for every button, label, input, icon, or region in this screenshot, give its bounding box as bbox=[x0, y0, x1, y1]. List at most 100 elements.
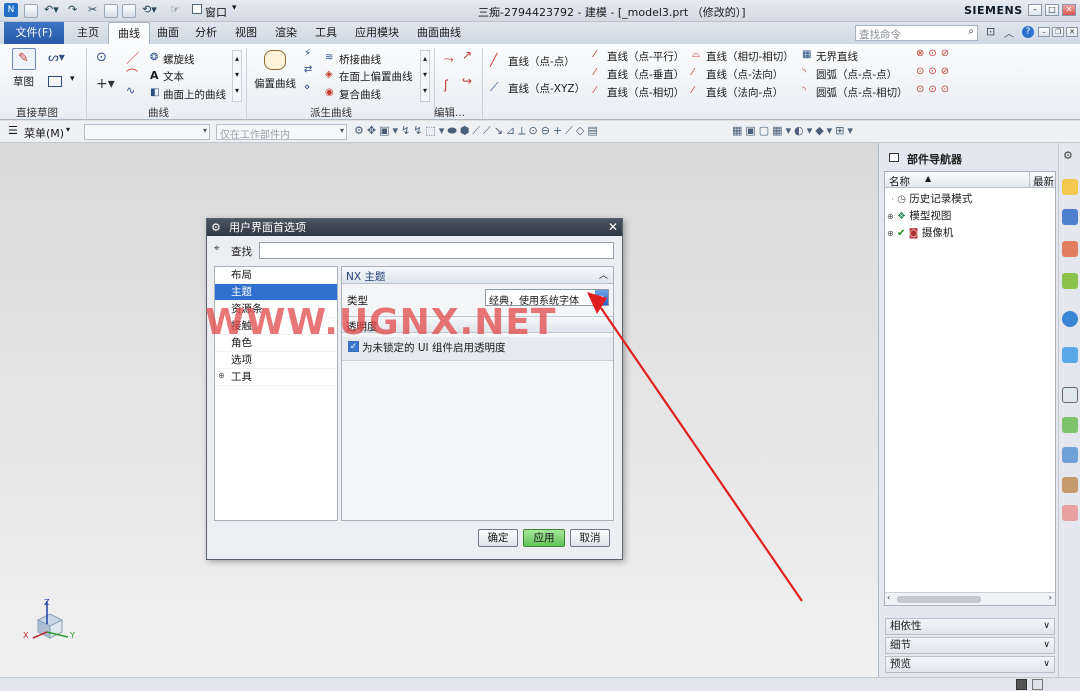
helix-button[interactable]: 螺旋线 bbox=[163, 52, 195, 67]
text-button[interactable]: 文本 bbox=[163, 69, 184, 84]
chevron-down-icon[interactable]: ∨ bbox=[1043, 657, 1050, 672]
constraint-navigator-icon[interactable] bbox=[1062, 241, 1078, 257]
scroll-thumb[interactable] bbox=[897, 596, 981, 603]
curve-gallery-scroll[interactable]: ▴ ▾ ▾ bbox=[232, 50, 242, 102]
curve-length-icon[interactable]: ↗ bbox=[462, 48, 472, 62]
bridge-curve-button[interactable]: 桥接曲线 bbox=[339, 52, 381, 67]
spline-icon[interactable]: ∿ bbox=[126, 84, 135, 97]
circle-tools-row3-icon[interactable]: ⊙⊙⊙ bbox=[916, 84, 953, 95]
palette-icon[interactable] bbox=[1062, 505, 1078, 521]
clock-history-icon[interactable] bbox=[1062, 387, 1078, 403]
trim-curve-icon[interactable]: ⚡ bbox=[304, 48, 311, 59]
redo-icon[interactable]: ↷ bbox=[68, 3, 77, 16]
sketch-button[interactable]: 草图 bbox=[13, 74, 34, 89]
offset-curve-icon[interactable] bbox=[264, 50, 286, 70]
navigator-item-model-views[interactable]: ⊕ ❖ 模型视图 bbox=[887, 208, 1053, 225]
close-button[interactable]: ✕ bbox=[1062, 4, 1076, 16]
line-pt-parallel-button[interactable]: 直线（点-平行） bbox=[607, 49, 684, 64]
tab-tools[interactable]: 工具 bbox=[306, 22, 346, 44]
reuse-library-icon[interactable] bbox=[1062, 273, 1078, 289]
arc-3pt-button[interactable]: 圆弧（点-点-点） bbox=[816, 67, 897, 82]
collapse-ribbon-icon[interactable]: ︿ bbox=[1004, 25, 1014, 40]
line-pt-normal-button[interactable]: 直线（点-法向） bbox=[706, 67, 783, 82]
tree-item-tools[interactable]: 工具 bbox=[215, 369, 337, 386]
touch-mode-icon[interactable]: ☞ bbox=[170, 3, 180, 16]
circle-tools-row2-icon[interactable]: ⊙⊙⊘ bbox=[916, 66, 953, 77]
line-pt-xyz-button[interactable]: 直线（点-XYZ） bbox=[508, 81, 585, 96]
dialog-close-icon[interactable]: ✕ bbox=[608, 219, 618, 236]
fit-window-icon[interactable]: ⊡ bbox=[986, 25, 995, 38]
repeat-command-icon[interactable]: ⟲▾ bbox=[142, 3, 157, 16]
selection-tools-icons[interactable]: ⚙✥▣▾↯↯⬚▾⬬⬢⟋⟋↘⊿⟂⊙⊖+⟋◇▤ bbox=[354, 124, 601, 138]
scroll-left-icon[interactable]: ‹ bbox=[887, 593, 890, 602]
tab-surface[interactable]: 曲面 bbox=[148, 22, 188, 44]
navigator-item-cameras[interactable]: ⊕ ✔ ◙ 摄像机 bbox=[887, 225, 1053, 242]
nx-theme-section-header[interactable]: NX 主题 ︿ bbox=[342, 267, 613, 284]
circle-tools-row1-icon[interactable]: ⊗⊙⊘ bbox=[916, 48, 953, 59]
type-filter-select[interactable]: ▾ bbox=[84, 124, 210, 140]
minimize-button[interactable]: – bbox=[1028, 4, 1042, 16]
tree-item-layout[interactable]: 布局 bbox=[215, 267, 337, 284]
sketch-more-icon[interactable]: ▾ bbox=[70, 74, 75, 84]
offset-curve-button[interactable]: 偏置曲线 bbox=[254, 76, 296, 91]
undo-icon[interactable]: ↶▾ bbox=[44, 3, 59, 16]
type-filter-dropdown-icon[interactable]: ▾ bbox=[203, 126, 207, 135]
dialog-settings-icon[interactable]: ⚙ bbox=[211, 219, 221, 236]
profile-icon[interactable]: ᔕ▾ bbox=[48, 50, 65, 64]
accordion-preview[interactable]: 预览 ∨ bbox=[885, 656, 1055, 673]
tab-curve[interactable]: 曲线 bbox=[108, 22, 150, 44]
scroll-right-icon[interactable]: › bbox=[1049, 593, 1052, 602]
history-palette-icon[interactable] bbox=[1062, 347, 1078, 363]
web-browser-icon[interactable] bbox=[1062, 311, 1078, 327]
tab-render[interactable]: 渲染 bbox=[266, 22, 306, 44]
extend-curve-icon[interactable]: ⇄ bbox=[304, 64, 312, 75]
navigator-tree[interactable]: 名称 ▲ 最新 · ◷ 历史记录模式 ⊕ ❖ 模型视图 ⊕ ✔ ◙ 摄像机 ‹ … bbox=[884, 171, 1056, 606]
tab-view[interactable]: 视图 bbox=[226, 22, 266, 44]
composite-curve-button[interactable]: 复合曲线 bbox=[339, 87, 381, 102]
resource-bar-settings-icon[interactable]: ⚙ bbox=[1063, 149, 1073, 162]
process-studio-icon[interactable] bbox=[1062, 417, 1078, 433]
part-navigator-icon[interactable] bbox=[1062, 179, 1078, 195]
line-pt-perpendicular-button[interactable]: 直线（点-垂直） bbox=[607, 67, 684, 82]
command-search-box[interactable]: 查找命令 ⌕ bbox=[855, 25, 978, 41]
search-icon[interactable]: ⌕ bbox=[968, 26, 974, 37]
trim-icon[interactable]: ⤳ bbox=[444, 52, 454, 67]
circle-icon[interactable]: ⊙ bbox=[96, 50, 107, 65]
paste-icon[interactable] bbox=[122, 4, 136, 18]
tab-file[interactable]: 文件(F) bbox=[4, 22, 64, 44]
line-pt-tangent-button[interactable]: 直线（点-相切） bbox=[607, 85, 684, 100]
rectangle-icon[interactable] bbox=[48, 76, 62, 87]
doc-restore-button[interactable]: ❐ bbox=[1052, 27, 1064, 37]
line-normal-pt-button[interactable]: 直线（法向-点） bbox=[706, 85, 783, 100]
fullscreen-icon[interactable] bbox=[1016, 679, 1027, 690]
navigator-item-history[interactable]: · ◷ 历史记录模式 bbox=[891, 191, 1057, 208]
doc-close-button[interactable]: ✕ bbox=[1066, 27, 1078, 37]
line-tangent-tangent-button[interactable]: 直线（相切-相切） bbox=[706, 49, 794, 64]
dialog-search-input[interactable] bbox=[259, 242, 614, 259]
col-name-header[interactable]: 名称 bbox=[889, 174, 910, 189]
menu-dropdown-icon[interactable]: ▾ bbox=[66, 125, 70, 134]
curve-on-surface-button[interactable]: 曲面上的曲线 bbox=[163, 87, 226, 102]
tab-analysis[interactable]: 分析 bbox=[186, 22, 226, 44]
line-icon[interactable]: ／ bbox=[126, 48, 139, 67]
offset-in-face-button[interactable]: 在面上偏置曲线 bbox=[339, 69, 413, 84]
divide-curve-icon[interactable]: ⋄ bbox=[304, 82, 310, 93]
ok-button[interactable]: 确定 bbox=[478, 529, 518, 547]
cut-icon[interactable]: ✂ bbox=[88, 3, 97, 16]
tree-item-theme[interactable]: 主题 bbox=[215, 284, 337, 301]
panel-pin-icon[interactable] bbox=[889, 153, 899, 162]
window-menu-dropdown-icon[interactable]: ▾ bbox=[232, 3, 237, 13]
tab-surface-curve[interactable]: 曲面曲线 bbox=[408, 22, 470, 44]
accordion-details[interactable]: 细节 ∨ bbox=[885, 637, 1055, 654]
dialog-title-bar[interactable]: ⚙ 用户界面首选项 ✕ bbox=[207, 219, 622, 236]
arc-pt-pt-tangent-button[interactable]: 圆弧（点-点-相切） bbox=[816, 85, 908, 100]
expand-icon[interactable]: ⊕ bbox=[887, 212, 894, 221]
tab-applications[interactable]: 应用模块 bbox=[346, 22, 408, 44]
status-toggle-icon[interactable] bbox=[1032, 679, 1043, 690]
chevron-down-icon[interactable]: ∨ bbox=[1043, 619, 1050, 634]
point-icon[interactable]: +▾ bbox=[96, 76, 115, 92]
unbounded-line-button[interactable]: 无界直线 bbox=[816, 49, 858, 64]
collapse-section-icon[interactable]: ︿ bbox=[599, 268, 608, 281]
copy-icon[interactable] bbox=[104, 4, 118, 18]
expand-icon[interactable]: ⊕ bbox=[887, 229, 894, 238]
